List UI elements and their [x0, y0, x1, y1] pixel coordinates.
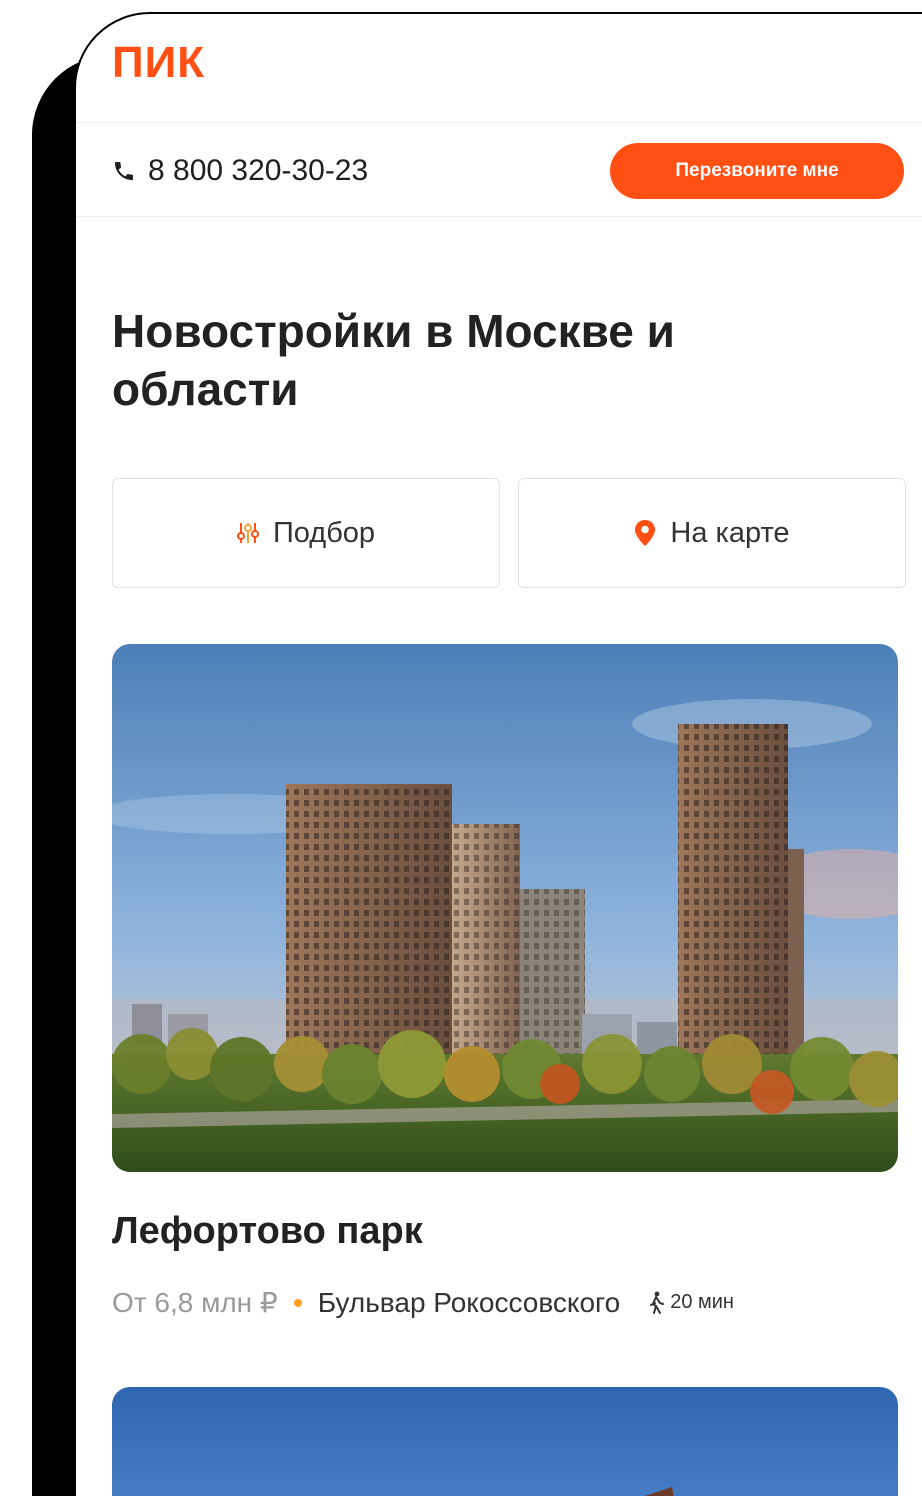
contact-divider	[76, 216, 922, 217]
phone-icon	[115, 162, 133, 180]
selection-label: Подбор	[272, 516, 376, 549]
selection-button[interactable]: Подбор	[112, 478, 500, 588]
header-divider	[76, 122, 922, 123]
metro-dot-icon	[293, 1298, 302, 1307]
phone-number: 8 800 320-30-23	[148, 154, 369, 187]
mobile-screen: ПИК 8 800 320-30-23 Перезвоните мне Ново…	[76, 14, 922, 1496]
viewport: ПИК 8 800 320-30-23 Перезвоните мне Ново…	[0, 0, 922, 1496]
map-pin-icon	[635, 520, 656, 546]
metro-station: Бульвар Рокоссовского	[317, 1286, 621, 1318]
listing-image[interactable]	[112, 644, 898, 1172]
map-label: На карте	[670, 516, 790, 549]
callback-button[interactable]: Перезвоните мне	[610, 143, 904, 199]
sliders-icon	[236, 523, 259, 543]
walking-person-icon	[650, 1291, 665, 1314]
walk-time: 20 мин	[646, 1291, 734, 1315]
building-render-image	[112, 644, 898, 1172]
page-title: Новостройки в Москве и области	[112, 305, 675, 415]
walk-time-label: 20 мин	[670, 1291, 734, 1313]
listing-price: От 6,8 млн ₽	[112, 1287, 278, 1318]
brand-logo[interactable]: ПИК	[112, 38, 205, 88]
listing-title[interactable]: Лефортово парк	[112, 1210, 423, 1253]
listing-image-2[interactable]	[112, 1387, 898, 1496]
phone-frame: ПИК 8 800 320-30-23 Перезвоните мне Ново…	[74, 12, 922, 1496]
building-render-image-2	[112, 1387, 898, 1496]
listing-meta: От 6,8 млн ₽ Бульвар Рокоссовского 20 ми…	[112, 1286, 734, 1319]
map-button[interactable]: На карте	[518, 478, 906, 588]
phone-contact[interactable]: 8 800 320-30-23	[112, 154, 368, 188]
